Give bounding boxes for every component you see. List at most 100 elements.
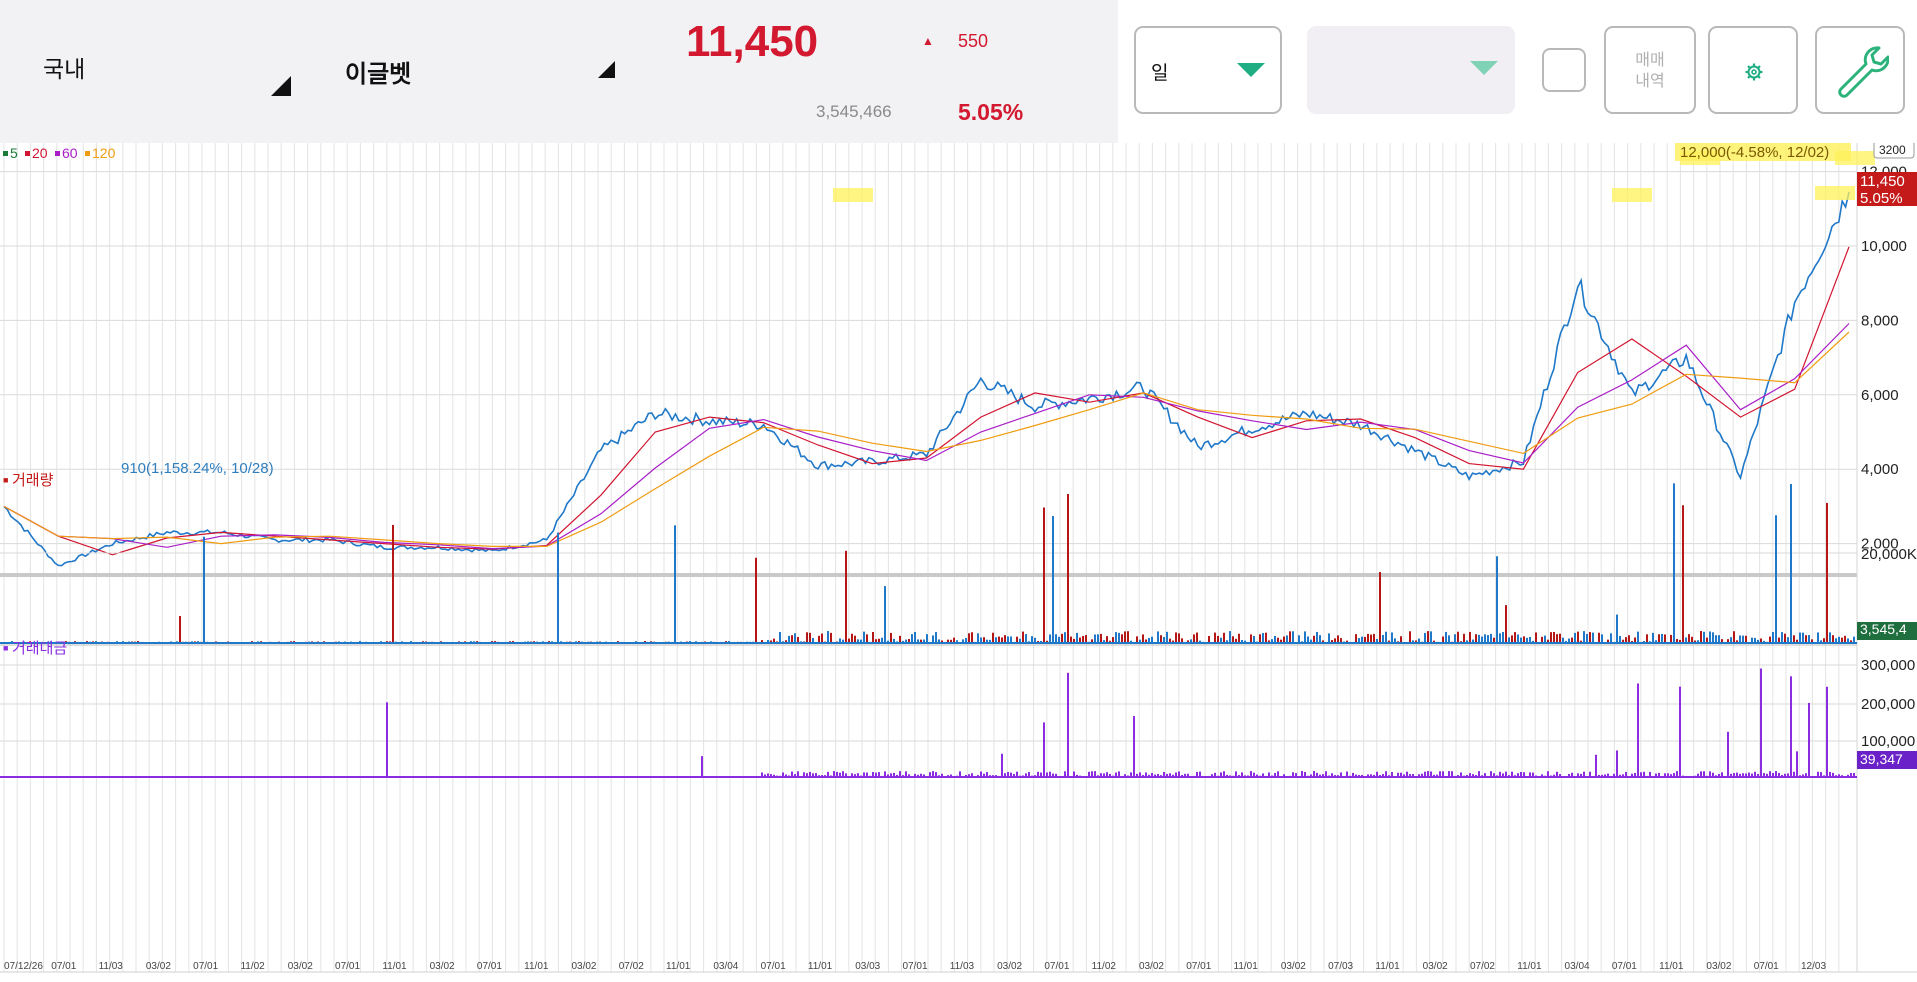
x-tick-label: 07/01 [335,961,360,972]
amount-bar [1760,668,1762,777]
x-tick-label: 03/02 [1139,961,1164,972]
volume-bar [1250,634,1252,643]
volume-bar [1217,635,1219,643]
stock-chart[interactable]: 12,00010,0008,0006,0004,0002,00052060120… [0,143,1917,982]
ma-legend-swatch [25,151,30,156]
stock-name[interactable]: 이글벳 [345,54,411,89]
volume-bar [1646,634,1648,643]
quote-panel: 국내 이글벳 11,450 ▲ 550 3,545,466 5.05% [0,0,1118,143]
x-tick-label: 07/01 [477,961,502,972]
settings-button[interactable] [1708,26,1798,114]
x-tick-label: 07/01 [761,961,786,972]
volume-bar [1328,633,1330,643]
market-dropdown-icon[interactable] [271,76,291,96]
volume-bar [1775,515,1777,643]
volume-bar [884,586,886,643]
volume-bar [968,633,970,643]
volume-bar [1463,633,1465,643]
volume-bar [1193,634,1195,643]
volume-bar [1157,631,1159,643]
amount-title: 거래대금 [12,640,67,657]
volume-bar [1487,635,1489,643]
x-tick-label: 07/01 [1186,961,1211,972]
volume-bar [1025,634,1027,643]
volume-bar [1367,633,1369,643]
volume-bar [1178,633,1180,643]
x-tick-label: 03/02 [997,961,1022,972]
volume-bar [1214,632,1216,643]
volume-bar [1550,632,1552,643]
volume-bar [788,635,790,643]
amount-bar [701,756,703,777]
volume-bar [1427,631,1429,643]
volume-bar [1400,636,1402,643]
compare-checkbox[interactable] [1542,48,1586,92]
indicator-select[interactable] [1307,26,1515,114]
volume-bar [1658,634,1660,643]
volume-bar [1052,516,1054,643]
volume-bar [1826,502,1828,643]
volume-bar [1262,632,1264,643]
volume-title: 거래량 [12,472,54,489]
volume-bar [1475,634,1477,643]
x-tick-label: 03/03 [855,961,880,972]
period-select[interactable]: 일 [1134,26,1282,114]
highlight-marker [1815,186,1855,200]
volume-bar [1385,631,1387,643]
volume-bar [1601,634,1603,643]
x-tick-label: 11/01 [1234,961,1259,972]
volume-bar [1670,634,1672,643]
volume-bar [1094,634,1096,643]
volume-bar [1673,483,1675,643]
ma-legend-label: 120 [92,145,116,161]
volume-bar [1067,494,1069,643]
panel-divider [0,573,1857,577]
volume-bar [1544,635,1546,643]
x-tick-label: 07/12/26 [4,961,43,972]
amount-bar [1796,751,1798,777]
chart-background [0,143,1917,982]
x-tick-label: 07/01 [193,961,218,972]
volume-bar [1115,632,1117,643]
market-selector[interactable]: 국내 [43,50,85,84]
x-tick-label: 11/03 [99,961,124,972]
volume-bar [1304,631,1306,643]
volume-bar [1832,635,1834,643]
volume-bar [1514,632,1516,643]
volume-bar [899,635,901,643]
volume-bar [1556,634,1558,643]
x-tick-label: 11/01 [1659,961,1684,972]
chart-canvas[interactable]: 12,00010,0008,0006,0004,0002,00052060120… [0,143,1917,982]
amount-bar [1616,750,1618,777]
volume-bar [1253,636,1255,643]
x-tick-label: 11/02 [240,961,265,972]
volume-bar [1100,633,1102,643]
tools-button[interactable] [1815,26,1905,114]
amount-bar [1133,716,1135,777]
volume-bar [557,532,559,643]
amount-bar [1679,686,1681,777]
x-tick-label: 07/01 [1754,961,1779,972]
volume-bar [1505,605,1507,643]
volume-bar [1292,631,1294,643]
volume-bar [1592,632,1594,643]
volume-bar [1535,632,1537,643]
current-price-tag-label: 11,450 [1860,173,1905,190]
amount-bar [1043,722,1045,777]
volume-bar [1055,634,1057,643]
stock-dropdown-icon[interactable] [598,61,615,78]
volume-bar [1661,633,1663,643]
x-tick-label: 03/02 [430,961,455,972]
volume-bar [1031,636,1033,643]
highlight-marker [1612,188,1652,202]
current-rate-tag-label: 5.05% [1860,190,1903,207]
volume-bar [1484,634,1486,643]
volume-bar [1502,632,1504,643]
volume-bar [1232,636,1234,643]
chevron-down-icon [1470,61,1498,75]
volume-current-tag-label: 3,545,4 [1860,621,1907,637]
trade-history-button[interactable]: 매매 내역 [1604,26,1696,114]
x-tick-label: 03/02 [1423,961,1448,972]
highlight-marker [833,188,873,202]
volume-bar [791,635,793,643]
